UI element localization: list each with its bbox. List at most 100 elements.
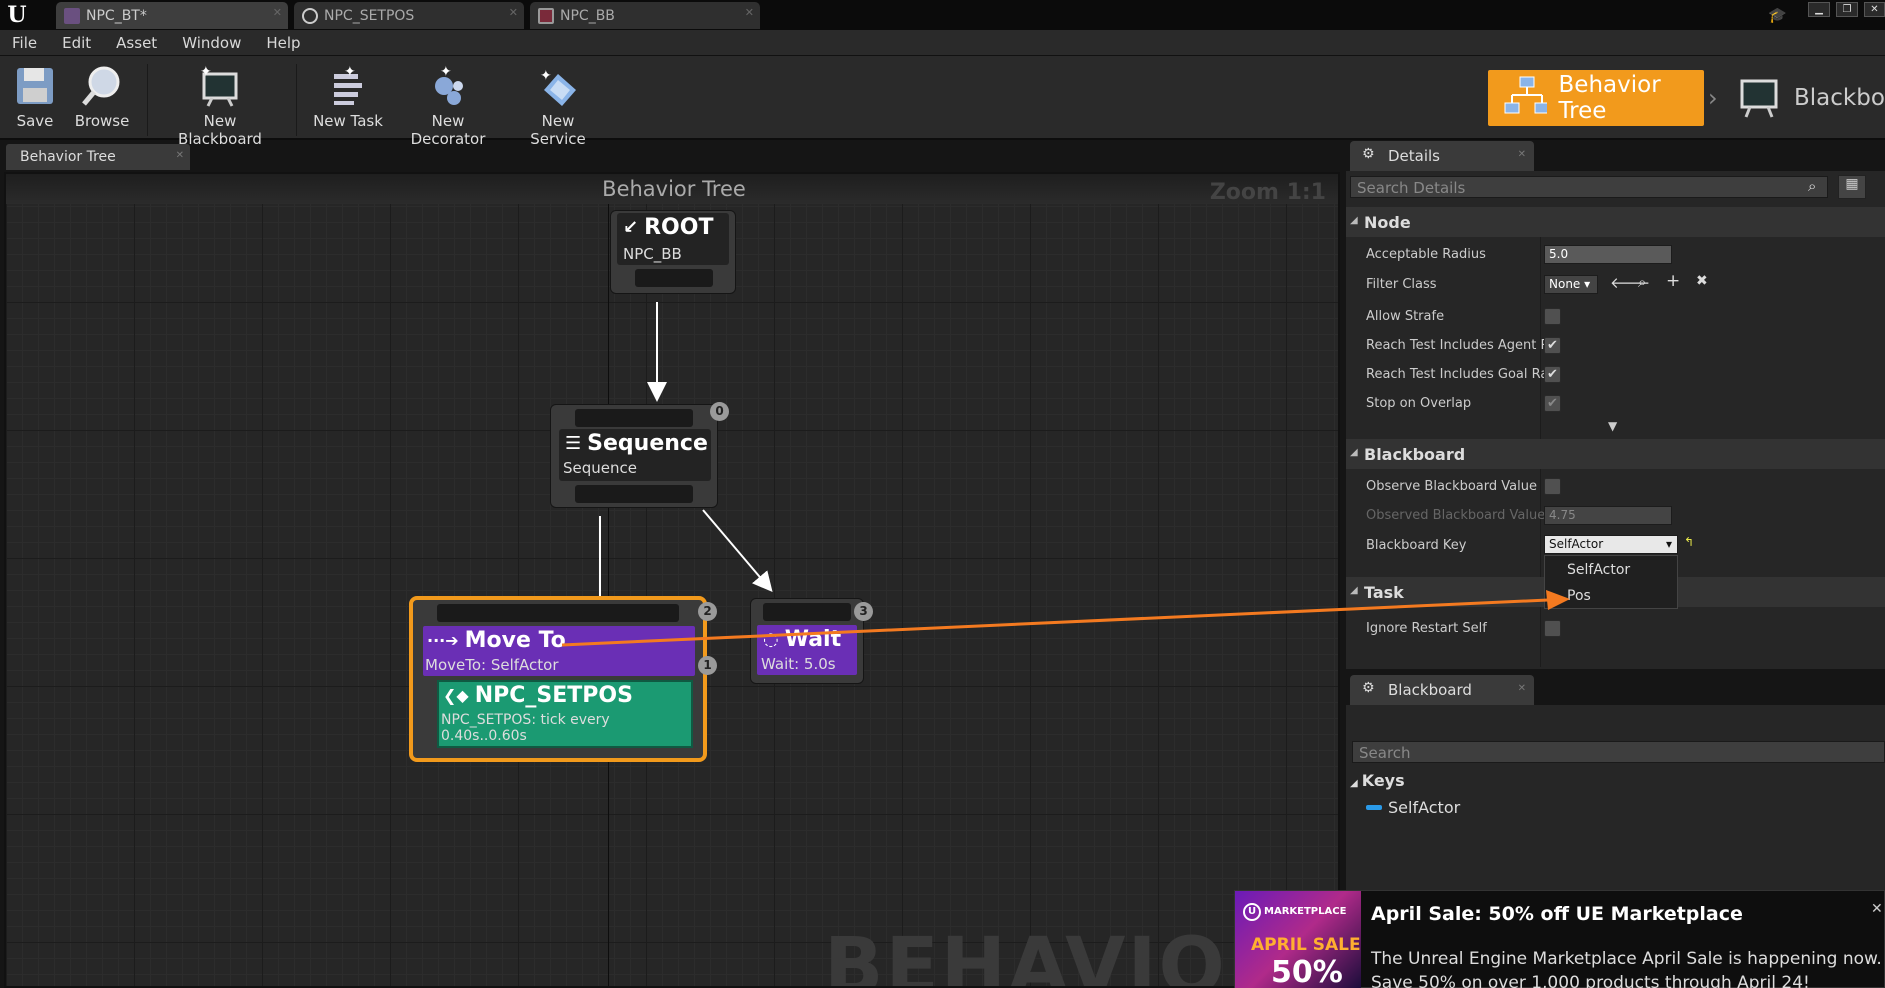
clear-icon[interactable]: ✖: [1696, 273, 1708, 289]
browse-magnifier-icon[interactable]: ⌕: [1638, 273, 1646, 291]
tab-label: NPC_BB: [560, 7, 615, 24]
menu-file[interactable]: File: [12, 34, 37, 52]
execution-index-badge: 3: [854, 602, 873, 621]
ignore-restart-checkbox[interactable]: [1544, 620, 1561, 637]
execution-index-badge: 2: [698, 602, 717, 621]
dropdown-option-pos[interactable]: Pos: [1567, 588, 1591, 604]
new-task-button[interactable]: ✦ New Task: [310, 64, 386, 130]
blackboard-mode-button[interactable]: Blackboard: [1738, 70, 1885, 126]
minimize-icon[interactable]: ▁: [1808, 2, 1830, 17]
stop-overlap-checkbox[interactable]: ✔: [1544, 395, 1561, 412]
moveto-input-pin[interactable]: [437, 604, 679, 622]
acceptable-radius-label: Acceptable Radius: [1366, 247, 1486, 262]
root-subtitle: NPC_BB: [623, 245, 682, 263]
tab-blackboard[interactable]: ⚙ Blackboard ✕: [1350, 675, 1534, 705]
new-decorator-button[interactable]: ✦ New Decorator: [396, 64, 500, 148]
sequence-input-pin[interactable]: [575, 409, 693, 427]
tab-npc-bt[interactable]: NPC_BT* ✕: [56, 2, 288, 29]
close-tab-icon[interactable]: ✕: [273, 6, 282, 19]
moveto-title: ···➔ Move To: [427, 628, 566, 653]
close-tab-icon[interactable]: ✕: [1518, 683, 1526, 694]
save-button[interactable]: Save: [10, 64, 60, 130]
details-search-input[interactable]: Search Details: [1350, 176, 1828, 198]
moveto-node[interactable]: ···➔ Move To MoveTo: SelfActor ❮◆ NPC_SETP…: [409, 596, 707, 762]
blackboard-search-input[interactable]: Search: [1352, 741, 1885, 763]
new-task-label: New Task: [313, 112, 383, 130]
learn-hat-icon[interactable]: 🎓: [1768, 6, 1788, 24]
sequence-node[interactable]: ☰ Sequence Sequence: [550, 404, 718, 508]
add-icon[interactable]: +: [1666, 271, 1680, 291]
close-tab-icon[interactable]: ✕: [745, 6, 754, 19]
new-blackboard-label: New Blackboard: [178, 112, 262, 148]
allow-strafe-checkbox[interactable]: [1544, 308, 1561, 325]
reach-goal-checkbox[interactable]: ✔: [1544, 366, 1561, 383]
marketplace-notification[interactable]: U MARKETPLACE APRIL SALE 50% April Sale: …: [1234, 890, 1885, 988]
new-task-icon: ✦: [326, 64, 370, 108]
new-service-icon: ✦: [536, 64, 580, 108]
tab-npc-setpos[interactable]: NPC_SETPOS ✕: [294, 2, 524, 29]
view-options-icon[interactable]: ▦: [1838, 175, 1866, 199]
blackboard-tab-label: Blackboard: [1388, 681, 1472, 699]
menu-help[interactable]: Help: [266, 34, 300, 52]
moveto-subtitle: MoveTo: SelfActor: [425, 656, 559, 674]
move-arrow-icon: ···➔: [427, 631, 459, 650]
key-selfactor[interactable]: SelfActor: [1366, 798, 1460, 817]
service-node[interactable]: ❮◆ NPC_SETPOS NPC_SETPOS: tick every 0.40…: [437, 680, 693, 748]
observed-tolerance-label: Observed Blackboard Value To: [1366, 508, 1552, 523]
root-output-pin[interactable]: [635, 269, 713, 287]
tab-behavior-tree-graph[interactable]: Behavior Tree ✕: [6, 144, 190, 170]
expand-advanced-icon[interactable]: ▼: [1608, 419, 1617, 433]
bb-key-dropdown-menu: SelfActor Pos: [1544, 555, 1678, 609]
new-service-button[interactable]: ✦ New Service: [512, 64, 604, 148]
blackboard-asset-icon: [538, 7, 554, 24]
graph-canvas[interactable]: Behavior Tree Zoom 1:1 BEHAVIOR TREE ↙RO…: [4, 172, 1340, 988]
observe-checkbox[interactable]: [1544, 478, 1561, 495]
observed-tolerance-field[interactable]: 4.75: [1544, 506, 1672, 525]
blackboard-section-header[interactable]: Blackboard: [1346, 439, 1885, 469]
tab-npc-bb[interactable]: NPC_BB ✕: [530, 2, 760, 29]
menu-bar: File Edit Asset Window Help: [0, 30, 1885, 56]
root-node[interactable]: ↙ ROOT NPC_BB: [610, 210, 736, 294]
close-tab-icon[interactable]: ✕: [1518, 149, 1526, 160]
notification-title: April Sale: 50% off UE Marketplace: [1371, 903, 1743, 925]
acceptable-radius-field[interactable]: 5.0: [1544, 245, 1672, 264]
close-tab-icon[interactable]: ✕: [509, 6, 518, 19]
menu-window[interactable]: Window: [182, 34, 241, 52]
wait-input-pin[interactable]: [763, 603, 851, 621]
reset-to-default-icon[interactable]: ↰: [1684, 535, 1694, 549]
tab-label: NPC_BT*: [86, 7, 147, 24]
restore-icon[interactable]: ❐: [1836, 2, 1858, 17]
service-icon: ❮◆: [443, 686, 469, 705]
filter-class-label: Filter Class: [1366, 277, 1437, 292]
behavior-tree-mode-button[interactable]: Behavior Tree: [1488, 70, 1704, 126]
details-icon: ⚙: [1362, 146, 1375, 162]
close-notification-icon[interactable]: ✕: [1871, 901, 1883, 917]
wait-node[interactable]: ◌ Wait Wait: 5.0s: [750, 598, 864, 684]
node-section-header[interactable]: Node: [1346, 207, 1885, 237]
new-decorator-label: New Decorator: [410, 112, 486, 148]
blackboard-mode-label: Blackboard: [1794, 85, 1885, 111]
close-tab-icon[interactable]: ✕: [176, 150, 184, 161]
circle-asset-icon: [302, 7, 318, 24]
wait-title: ◌ Wait: [763, 627, 842, 652]
root-icon: ↙: [623, 217, 639, 238]
title-bar: U NPC_BT* ✕ NPC_SETPOS ✕ NPC_BB ✕ 🎓 ▁ ❐ …: [0, 0, 1885, 30]
service-index-badge: 1: [698, 656, 717, 675]
menu-asset[interactable]: Asset: [116, 34, 157, 52]
menu-edit[interactable]: Edit: [62, 34, 91, 52]
close-window-icon[interactable]: ✕: [1864, 2, 1885, 17]
keys-section-header[interactable]: ◢ Keys: [1350, 771, 1405, 790]
new-blackboard-button[interactable]: ✦ New Blackboard: [160, 64, 280, 148]
service-subtitle: NPC_SETPOS: tick every 0.40s..0.60s: [441, 712, 610, 744]
banner-sale-text: APRIL SALE: [1251, 935, 1361, 955]
filter-class-dropdown[interactable]: None ▾: [1544, 275, 1598, 294]
svg-text:✦: ✦: [344, 64, 356, 80]
service-title: ❮◆ NPC_SETPOS: [443, 683, 633, 708]
sequence-output-pin[interactable]: [575, 485, 693, 503]
tab-details[interactable]: ⚙ Details ✕: [1350, 141, 1534, 171]
reach-agent-checkbox[interactable]: ✔: [1544, 337, 1561, 354]
magnifier-icon: [80, 64, 124, 108]
dropdown-option-selfactor[interactable]: SelfActor: [1567, 562, 1630, 578]
bb-key-dropdown[interactable]: SelfActor ▾: [1544, 535, 1678, 554]
browse-button[interactable]: Browse: [70, 64, 134, 130]
